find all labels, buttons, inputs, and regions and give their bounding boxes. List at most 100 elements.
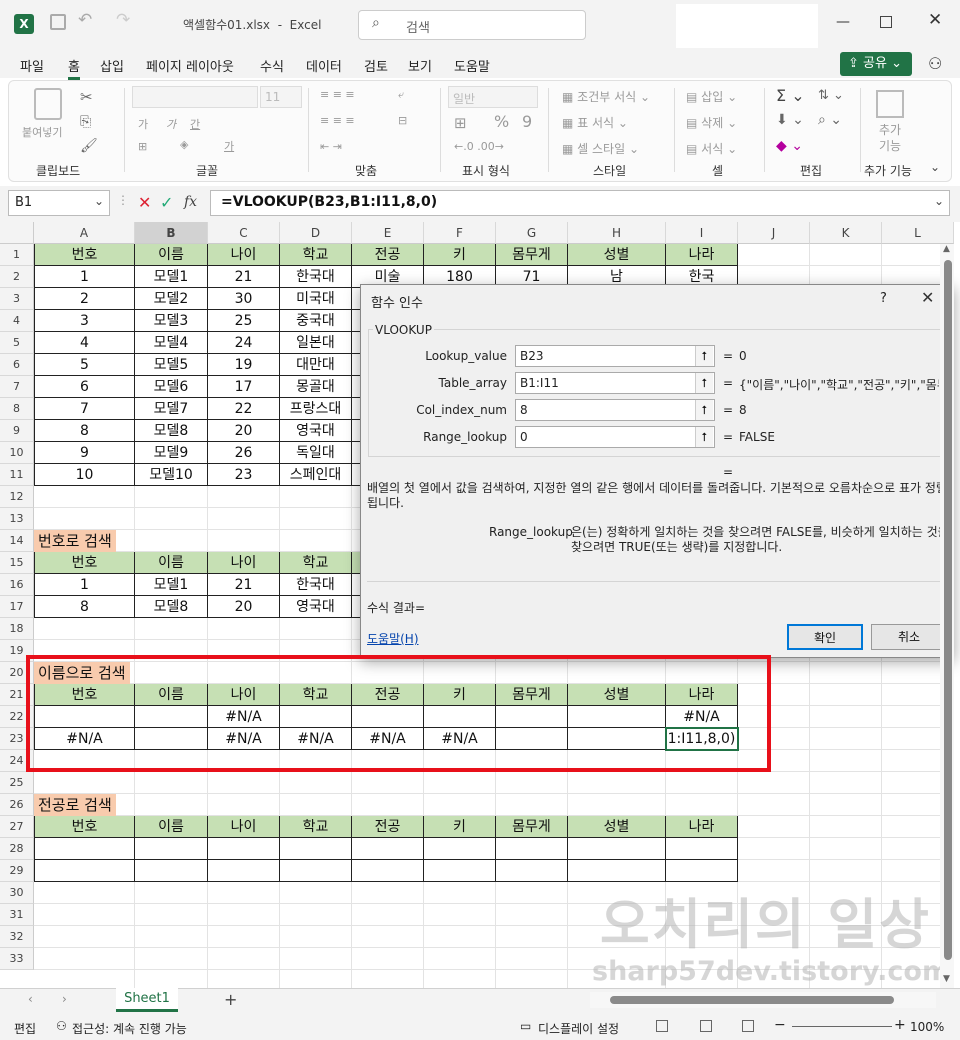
menu-data[interactable]: 데이터	[306, 56, 342, 75]
wrap-text-icon[interactable]: ⤶	[398, 88, 404, 102]
border-icon[interactable]: ⊞	[138, 140, 147, 153]
table-header-cell[interactable]: 전공	[352, 244, 424, 266]
column-header[interactable]: H	[568, 222, 666, 244]
argument-input[interactable]: B23	[515, 345, 715, 367]
accessibility-status[interactable]: 접근성: 계속 진행 가능	[72, 1020, 187, 1037]
table-cell[interactable]: 영국대	[280, 420, 352, 442]
table-cell[interactable]: 24	[208, 332, 280, 354]
row-header[interactable]: 12	[0, 486, 34, 508]
table-header-cell[interactable]: 번호	[34, 552, 135, 574]
table-header-cell[interactable]: 몸무게	[496, 816, 568, 838]
comma-icon[interactable]: 9	[522, 112, 532, 131]
table-cell[interactable]: 3	[34, 310, 135, 332]
table-cell[interactable]: 20	[208, 420, 280, 442]
table-header-cell[interactable]: 이름	[135, 244, 208, 266]
display-settings[interactable]: 디스플레이 설정	[538, 1020, 619, 1037]
row-header[interactable]: 7	[0, 376, 34, 398]
normal-view-icon[interactable]	[656, 1020, 668, 1032]
expand-formula-icon[interactable]: ⌄	[934, 194, 944, 208]
table-header-cell[interactable]: 나이	[208, 552, 280, 574]
sort-filter-icon[interactable]: ⇅ ⌄	[818, 88, 844, 103]
table-cell[interactable]	[135, 838, 208, 860]
cut-icon[interactable]: ✂	[80, 88, 93, 106]
row-header[interactable]: 27	[0, 816, 34, 838]
table-cell[interactable]: 4	[34, 332, 135, 354]
table-cell[interactable]: 모델8	[135, 420, 208, 442]
table-cell[interactable]: 몽골대	[280, 376, 352, 398]
table-header-cell[interactable]: 전공	[352, 816, 424, 838]
menu-page-layout[interactable]: 페이지 레이아웃	[146, 56, 234, 75]
table-cell[interactable]	[568, 860, 666, 882]
table-cell[interactable]: 모델6	[135, 376, 208, 398]
insert-function-icon[interactable]: fx	[184, 194, 197, 210]
dialog-close-button[interactable]: ✕	[921, 288, 934, 307]
zoom-level[interactable]: 100%	[910, 1020, 944, 1034]
row-header[interactable]: 5	[0, 332, 34, 354]
percent-icon[interactable]: %	[494, 112, 509, 131]
menu-insert[interactable]: 삽입	[100, 56, 124, 75]
align-left-icon[interactable]: ≡ ≡ ≡	[320, 114, 355, 127]
row-header[interactable]: 14	[0, 530, 34, 552]
table-cell[interactable]	[34, 860, 135, 882]
search-box[interactable]	[358, 10, 586, 40]
table-cell[interactable]: 25	[208, 310, 280, 332]
table-header-cell[interactable]: 학교	[280, 244, 352, 266]
row-header[interactable]: 29	[0, 860, 34, 882]
menu-view[interactable]: 보기	[408, 56, 432, 75]
argument-input[interactable]: 8	[515, 399, 715, 421]
row-header[interactable]: 25	[0, 772, 34, 794]
table-header-cell[interactable]: 키	[424, 816, 496, 838]
table-cell[interactable]: 모델8	[135, 596, 208, 618]
table-header-cell[interactable]: 나이	[208, 244, 280, 266]
table-cell[interactable]: 모델1	[135, 266, 208, 288]
cancel-button[interactable]: 취소	[871, 624, 947, 650]
table-header-cell[interactable]: 이름	[135, 816, 208, 838]
table-cell[interactable]: 한국대	[280, 266, 352, 288]
prev-sheet-icon[interactable]: ‹	[28, 992, 33, 1006]
table-cell[interactable]: 22	[208, 398, 280, 420]
column-header[interactable]: K	[810, 222, 882, 244]
table-cell[interactable]: 모델10	[135, 464, 208, 486]
row-header[interactable]: 32	[0, 926, 34, 948]
table-format-button[interactable]: ▦ 표 서식 ⌄	[562, 114, 628, 131]
table-cell[interactable]: 8	[34, 420, 135, 442]
zoom-out-icon[interactable]: −	[774, 1017, 786, 1033]
menu-formulas[interactable]: 수식	[260, 56, 284, 75]
table-cell[interactable]: 모델2	[135, 288, 208, 310]
conditional-format-button[interactable]: ▦ 조건부 서식 ⌄	[562, 88, 650, 105]
row-header[interactable]: 13	[0, 508, 34, 530]
table-cell[interactable]	[666, 838, 738, 860]
table-header-cell[interactable]: 나라	[666, 244, 738, 266]
table-cell[interactable]: 17	[208, 376, 280, 398]
argument-input[interactable]: 0	[515, 426, 715, 448]
table-cell[interactable]: 6	[34, 376, 135, 398]
row-header[interactable]: 15	[0, 552, 34, 574]
format-painter-icon[interactable]: 🖌	[80, 138, 98, 154]
table-header-cell[interactable]: 몸무게	[496, 244, 568, 266]
paste-button[interactable]: 붙여넣기	[22, 124, 62, 140]
format-cells-button[interactable]: ▤ 서식 ⌄	[686, 140, 737, 157]
row-header[interactable]: 8	[0, 398, 34, 420]
table-cell[interactable]: 23	[208, 464, 280, 486]
menu-help[interactable]: 도움말	[454, 56, 490, 75]
person-icon[interactable]: ⚇	[928, 54, 942, 73]
number-format-select[interactable]: 일반	[448, 86, 538, 108]
redo-icon[interactable]: ↷	[116, 10, 130, 30]
collapse-dialog-icon[interactable]: ⭡	[695, 346, 713, 366]
table-cell[interactable]	[496, 838, 568, 860]
horizontal-scroll-thumb[interactable]	[610, 996, 894, 1004]
minimize-button[interactable]: —	[836, 14, 850, 30]
collapse-dialog-icon[interactable]: ⭡	[695, 373, 713, 393]
row-header[interactable]: 30	[0, 882, 34, 904]
table-cell[interactable]: 30	[208, 288, 280, 310]
table-cell[interactable]: 모델4	[135, 332, 208, 354]
fill-icon[interactable]: ⬇ ⌄	[776, 112, 804, 128]
row-header[interactable]: 6	[0, 354, 34, 376]
column-header[interactable]: F	[424, 222, 496, 244]
table-cell[interactable]: 9	[34, 442, 135, 464]
autosum-icon[interactable]: Σ ⌄	[776, 86, 805, 105]
row-header[interactable]: 11	[0, 464, 34, 486]
save-icon[interactable]	[50, 14, 66, 30]
table-cell[interactable]: 모델7	[135, 398, 208, 420]
table-cell[interactable]	[666, 860, 738, 882]
